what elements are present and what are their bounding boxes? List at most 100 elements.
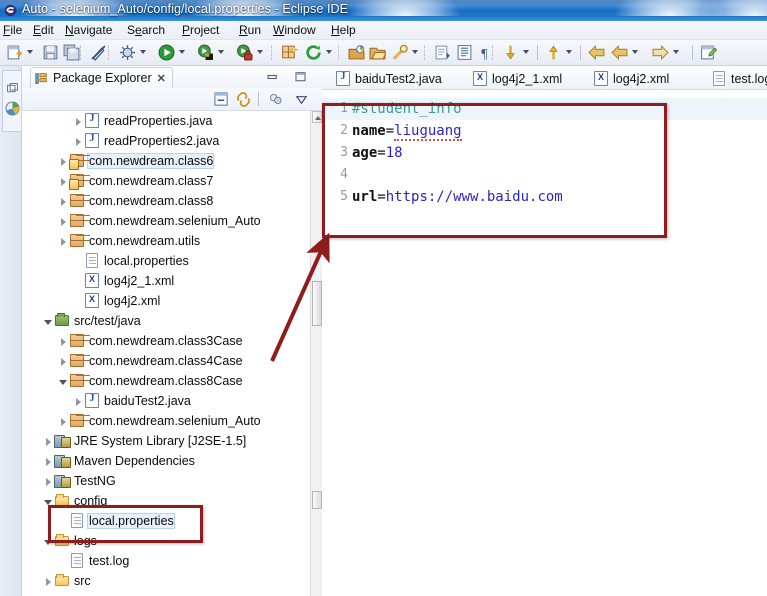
chevron-right-icon[interactable] <box>43 436 54 447</box>
chevron-right-icon[interactable] <box>73 396 84 407</box>
menu-item-project[interactable]: Project <box>181 23 220 38</box>
refresh-dropdown[interactable] <box>326 50 333 55</box>
maximize-view-button[interactable] <box>294 71 307 83</box>
tree-item[interactable]: com.newdream.utils <box>22 231 310 251</box>
tree-item[interactable]: config <box>22 491 310 511</box>
coverage-button[interactable] <box>197 44 214 61</box>
show-whitespace-button[interactable] <box>456 44 473 61</box>
restore-view-icon[interactable] <box>6 82 19 95</box>
code-line[interactable]: 5 url=https://www.baidu.com <box>322 186 767 208</box>
run-dropdown[interactable] <box>179 50 186 55</box>
tree-item[interactable]: JRE System Library [J2SE-1.5] <box>22 431 310 451</box>
chevron-down-icon[interactable] <box>43 536 54 547</box>
code-line[interactable]: 4 <box>322 164 767 186</box>
profile-dropdown[interactable] <box>257 50 264 55</box>
menu-item-edit[interactable]: Edit <box>32 23 55 38</box>
java-perspective-icon[interactable] <box>5 101 20 116</box>
scrollbar-thumb[interactable] <box>312 281 322 326</box>
chevron-down-icon[interactable] <box>43 316 54 327</box>
new-dropdown[interactable] <box>27 50 34 55</box>
next-marker-button[interactable] <box>502 44 519 61</box>
tree-item[interactable]: com.newdream.class7 <box>22 171 310 191</box>
collapse-all-icon[interactable] <box>214 92 229 107</box>
save-all-button[interactable] <box>63 44 80 61</box>
tree-item[interactable]: src/test/java <box>22 311 310 331</box>
code-line[interactable]: 1 #student_info <box>322 98 767 120</box>
scrollbar-thumb-lower[interactable] <box>312 491 322 509</box>
debug-button[interactable] <box>119 44 136 61</box>
new-java-class-button[interactable] <box>281 44 298 61</box>
save-button[interactable] <box>42 44 59 61</box>
tab-package-explorer[interactable]: Package Explorer ✕ <box>30 67 173 88</box>
chevron-right-icon[interactable] <box>58 416 69 427</box>
new-editor-button[interactable] <box>700 44 717 61</box>
tree-item[interactable]: com.newdream.class6 <box>22 151 310 171</box>
chevron-right-icon[interactable] <box>73 136 84 147</box>
tree-item[interactable]: com.newdream.selenium_Auto <box>22 411 310 431</box>
menu-item-navigate[interactable]: Navigate <box>64 23 113 38</box>
toggle-markoccurrences[interactable] <box>90 44 107 61</box>
chevron-right-icon[interactable] <box>58 236 69 247</box>
link-editor-icon[interactable] <box>236 92 251 107</box>
left-fast-view-bar[interactable] <box>2 70 21 132</box>
chevron-down-icon[interactable] <box>58 376 69 387</box>
chevron-right-icon[interactable] <box>58 336 69 347</box>
tree-item[interactable]: com.newdream.class4Case <box>22 351 310 371</box>
debug-dropdown[interactable] <box>140 50 147 55</box>
next-marker-dropdown[interactable] <box>523 50 530 55</box>
editor-tab-log4j2-xml[interactable]: log4j2.xml <box>586 68 676 89</box>
code-editor[interactable]: 1 #student_info 2 name=liuguang 3 age=18 4 5 url… <box>322 90 767 596</box>
quickfix-button[interactable] <box>391 44 408 61</box>
tree-item[interactable]: Maven Dependencies <box>22 451 310 471</box>
scroll-up-arrow[interactable] <box>312 111 322 123</box>
menu-item-run[interactable]: Run <box>238 23 262 38</box>
tree-item[interactable]: log4j2.xml <box>22 291 310 311</box>
menu-item-search[interactable]: Search <box>126 23 166 38</box>
open-type-button[interactable] <box>348 44 365 61</box>
chevron-right-icon[interactable] <box>43 476 54 487</box>
view-menu-chevron-down-icon[interactable] <box>294 92 309 107</box>
tree-item[interactable]: com.newdream.class8 <box>22 191 310 211</box>
minimize-view-button[interactable] <box>266 71 279 83</box>
chevron-right-icon[interactable] <box>58 176 69 187</box>
code-line[interactable]: 2 name=liuguang <box>322 120 767 142</box>
open-resource-button[interactable] <box>369 44 386 61</box>
next-annotation-button[interactable] <box>434 44 451 61</box>
close-icon[interactable]: ✕ <box>157 72 166 85</box>
tree-vertical-scrollbar[interactable] <box>310 111 322 596</box>
tree-item[interactable]: com.newdream.class3Case <box>22 331 310 351</box>
tree-item[interactable]: com.newdream.class8Case <box>22 371 310 391</box>
menu-item-file[interactable]: File <box>2 23 23 38</box>
tree-item[interactable]: readProperties.java <box>22 111 310 131</box>
chevron-down-icon[interactable] <box>43 496 54 507</box>
chevron-right-icon[interactable] <box>43 456 54 467</box>
tree-item[interactable]: logs <box>22 531 310 551</box>
tree-item[interactable]: local.properties <box>22 511 310 531</box>
menu-item-window[interactable]: Window <box>272 23 317 38</box>
chevron-right-icon[interactable] <box>58 156 69 167</box>
forward-button[interactable] <box>652 44 669 61</box>
back-button[interactable] <box>588 44 605 61</box>
forward-dropdown[interactable] <box>632 50 639 55</box>
run-button[interactable] <box>158 44 175 61</box>
editor-tab-baidutest2-java[interactable]: baiduTest2.java <box>328 68 449 89</box>
tree-item[interactable]: com.newdream.selenium_Auto <box>22 211 310 231</box>
tree-item[interactable]: TestNG <box>22 471 310 491</box>
new-wizard-button[interactable] <box>6 44 23 61</box>
tree-item[interactable]: baiduTest2.java <box>22 391 310 411</box>
tree-item[interactable]: log4j2_1.xml <box>22 271 310 291</box>
pilcrow-button[interactable]: ¶ <box>478 44 495 61</box>
tree-item[interactable]: test.log <box>22 551 310 571</box>
tree-item[interactable]: src <box>22 571 310 591</box>
chevron-right-icon[interactable] <box>73 116 84 127</box>
forward-menu-dropdown[interactable] <box>673 50 680 55</box>
focus-icon[interactable] <box>268 92 283 107</box>
quickfix-dropdown[interactable] <box>412 50 419 55</box>
prev-marker-button[interactable] <box>545 44 562 61</box>
tree-item[interactable]: readProperties2.java <box>22 131 310 151</box>
code-line[interactable]: 3 age=18 <box>322 142 767 164</box>
chevron-right-icon[interactable] <box>58 196 69 207</box>
forward-back-button[interactable] <box>611 44 628 61</box>
editor-tab-log4j2-1-xml[interactable]: log4j2_1.xml <box>465 68 569 89</box>
editor-tab-test-log[interactable]: test.log <box>704 68 767 89</box>
